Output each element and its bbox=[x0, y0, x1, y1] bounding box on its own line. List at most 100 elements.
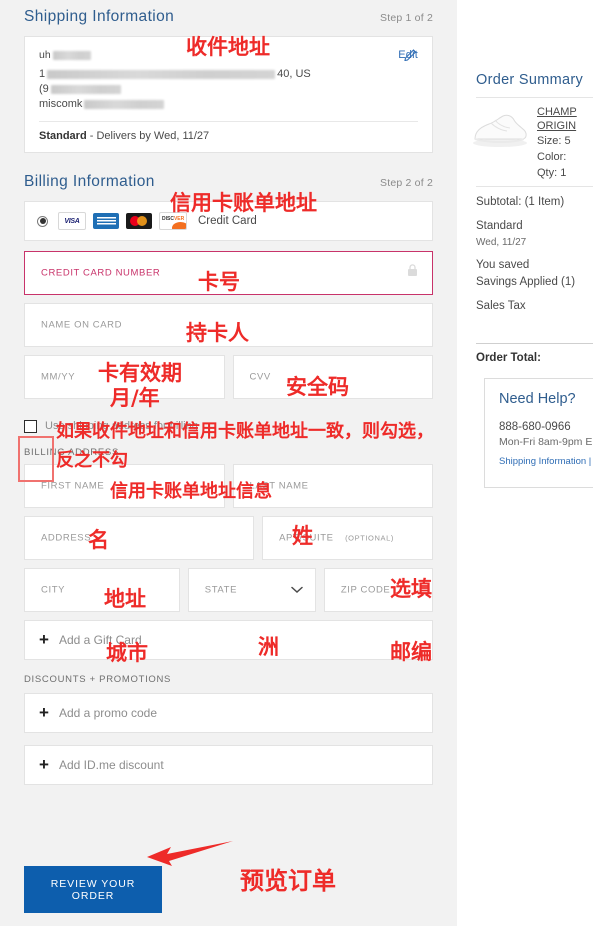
subtotal-row: Subtotal: (1 Item) bbox=[476, 196, 565, 208]
use-shipping-address-row[interactable]: Use shipping address for billing bbox=[24, 417, 433, 435]
review-your-order-button[interactable]: REVIEW YOUR ORDER bbox=[24, 866, 162, 913]
address-visible-tail: 40, US bbox=[277, 68, 311, 80]
product-qty: Qty: 1 bbox=[537, 167, 567, 179]
visa-card-icon: VISA bbox=[58, 212, 86, 230]
state-placeholder: STATE bbox=[204, 584, 238, 596]
billing-city-input[interactable]: CITY bbox=[24, 568, 180, 612]
order-totals: Subtotal: (1 Item) Standard Wed, 11/27 Y… bbox=[476, 194, 593, 315]
use-shipping-address-label: Use shipping address for billing bbox=[45, 420, 198, 432]
mastercard-card-icon bbox=[126, 213, 152, 229]
order-summary-title: Order Summary bbox=[476, 72, 584, 88]
need-help-title: Need Help? bbox=[499, 391, 576, 407]
checkout-column: Shipping Information Step 1 of 2 uh 1 40,… bbox=[0, 0, 457, 926]
city-placeholder: CITY bbox=[41, 584, 66, 596]
credit-card-number-input[interactable]: CREDIT CARD NUMBER bbox=[24, 251, 433, 295]
add-gift-card-label: Add a Gift Card bbox=[58, 633, 142, 647]
divider bbox=[476, 186, 593, 187]
email-visible-prefix: miscomk bbox=[39, 98, 83, 110]
need-help-hours: Mon-Fri 8am-9pm E bbox=[499, 436, 593, 448]
plus-icon: + bbox=[39, 702, 49, 722]
billing-name-row: FIRST NAME LAST NAME bbox=[24, 464, 433, 508]
order-summary-product: CHAMP ORIGIN Size: 5 Color: Qty: 1 bbox=[469, 105, 593, 181]
shipping-information-link[interactable]: Shipping Information | bbox=[499, 456, 593, 467]
use-shipping-address-checkbox[interactable] bbox=[24, 419, 37, 433]
zip-placeholder: ZIP CODE bbox=[340, 584, 391, 596]
shipping-address-line: 1 40, US bbox=[39, 68, 418, 83]
cvv-input[interactable]: CVV bbox=[232, 355, 433, 399]
name-on-card-placeholder: NAME ON CARD bbox=[41, 319, 123, 331]
redacted-email bbox=[84, 99, 165, 109]
credit-card-radio[interactable] bbox=[37, 215, 48, 227]
payment-method-label: Credit Card bbox=[198, 215, 257, 227]
plus-icon: + bbox=[39, 754, 49, 774]
shipping-method-detail: - Delivers by Wed, 11/27 bbox=[86, 130, 210, 142]
cvv-placeholder: CVV bbox=[249, 371, 271, 383]
first-name-placeholder: FIRST NAME bbox=[41, 480, 105, 492]
divider bbox=[476, 97, 593, 98]
shipping-date-row: Wed, 11/27 bbox=[476, 237, 527, 248]
divider bbox=[476, 343, 593, 344]
address-visible-prefix: 1 bbox=[39, 68, 46, 80]
shipping-method-name: Standard bbox=[39, 130, 87, 142]
order-summary-panel: Order Summary CHAMP ORIGIN Size: 5 Color… bbox=[457, 0, 593, 926]
billing-last-name-input[interactable]: LAST NAME bbox=[232, 464, 433, 508]
last-name-placeholder: LAST NAME bbox=[249, 480, 309, 492]
add-promo-code-label: Add a promo code bbox=[58, 706, 157, 720]
shipping-name-visible: uh bbox=[39, 49, 51, 61]
phone-visible-prefix: (9 bbox=[39, 83, 49, 95]
shipping-step-indicator: Step 1 of 2 bbox=[380, 12, 433, 24]
shipping-phone-line: (9 bbox=[39, 83, 418, 98]
need-help-box: Need Help? 888-680-0966 Mon-Fri 8am-9pm … bbox=[484, 378, 593, 488]
add-promo-code-button[interactable]: + Add a promo code bbox=[24, 693, 433, 733]
shipping-method-line: Standard - Delivers by Wed, 11/27 bbox=[39, 122, 418, 142]
billing-state-select[interactable]: STATE bbox=[187, 568, 316, 612]
expiry-date-input[interactable]: MM/YY bbox=[24, 355, 225, 399]
savings-applied-row: Savings Applied (1) bbox=[476, 276, 576, 288]
billing-apt-suite-input[interactable]: APT/SUITE (OPTIONAL) bbox=[262, 516, 433, 560]
add-idme-discount-label: Add ID.me discount bbox=[58, 758, 164, 772]
billing-step-indicator: Step 2 of 2 bbox=[380, 177, 433, 189]
shipping-method-row: Standard bbox=[476, 220, 523, 232]
product-name-line2[interactable]: ORIGIN bbox=[537, 119, 577, 133]
redacted-phone bbox=[50, 84, 121, 94]
add-gift-card-button[interactable]: + Add a Gift Card bbox=[24, 620, 433, 660]
name-on-card-input[interactable]: NAME ON CARD bbox=[24, 303, 433, 347]
redacted-name bbox=[52, 50, 91, 60]
billing-address-heading: BILLING ADDRESS bbox=[24, 447, 119, 458]
product-details: CHAMP ORIGIN Size: 5 Color: Qty: 1 bbox=[537, 105, 577, 181]
you-saved-row: You saved bbox=[476, 259, 530, 271]
payment-method-row[interactable]: VISA DISCVER Credit Card bbox=[24, 201, 433, 241]
billing-title: Billing Information bbox=[24, 173, 155, 190]
plus-icon: + bbox=[39, 629, 49, 649]
redacted-address bbox=[47, 69, 276, 79]
expiry-placeholder: MM/YY bbox=[41, 371, 76, 383]
apt-suite-optional-label: (OPTIONAL) bbox=[345, 533, 394, 543]
amex-card-icon bbox=[93, 213, 119, 229]
shipping-section-header: Shipping Information Step 1 of 2 bbox=[24, 0, 433, 30]
apt-suite-placeholder: APT/SUITE bbox=[279, 532, 334, 544]
shipping-email-line: miscomk bbox=[39, 98, 418, 113]
product-size: Size: 5 bbox=[537, 135, 571, 147]
expiry-cvv-row: MM/YY CVV bbox=[24, 355, 433, 399]
need-help-phone[interactable]: 888-680-0966 bbox=[499, 421, 593, 433]
add-idme-discount-button[interactable]: + Add ID.me discount bbox=[24, 745, 433, 785]
shipping-address-card: uh 1 40, US (9 miscomk Edit Standard - De… bbox=[24, 36, 433, 153]
billing-zip-input[interactable]: ZIP CODE bbox=[323, 568, 434, 612]
billing-city-state-zip-row: CITY STATE ZIP CODE bbox=[24, 568, 434, 612]
discounts-promotions-heading: DISCOUNTS + PROMOTIONS bbox=[24, 674, 172, 685]
product-color: Color: bbox=[537, 151, 567, 163]
chevron-down-icon bbox=[291, 581, 303, 599]
credit-card-number-placeholder: CREDIT CARD NUMBER bbox=[41, 267, 161, 279]
lock-icon bbox=[407, 264, 418, 282]
billing-section-header: Billing Information Step 2 of 2 bbox=[24, 165, 433, 195]
page-title: Shipping Information bbox=[24, 8, 175, 25]
address-placeholder: ADDRESS bbox=[41, 532, 92, 544]
pencil-icon[interactable] bbox=[404, 47, 418, 66]
billing-address-row: ADDRESS APT/SUITE (OPTIONAL) bbox=[24, 516, 433, 560]
sales-tax-row: Sales Tax bbox=[476, 300, 526, 312]
billing-first-name-input[interactable]: FIRST NAME bbox=[24, 464, 225, 508]
shipping-recipient-name: uh bbox=[39, 49, 418, 61]
product-name-line1[interactable]: CHAMP bbox=[537, 105, 577, 119]
billing-address-input[interactable]: ADDRESS bbox=[24, 516, 255, 560]
order-total-row: Order Total: bbox=[476, 352, 541, 364]
